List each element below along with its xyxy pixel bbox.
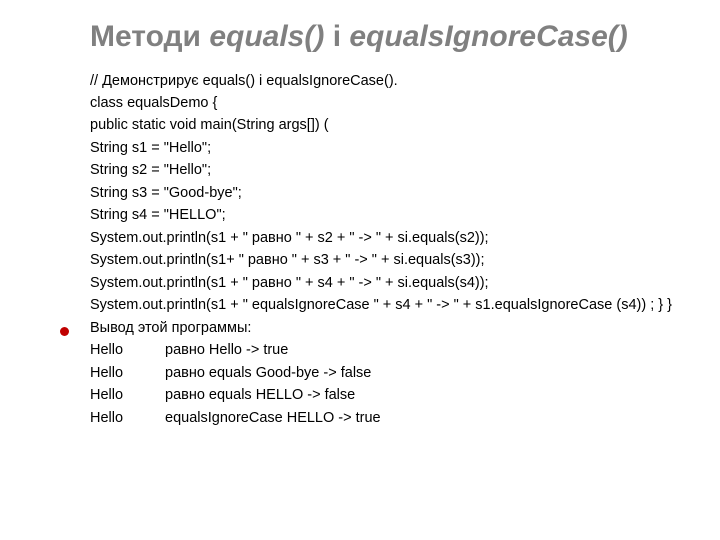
code-line: String s4 = "HELLO";	[90, 204, 690, 226]
code-block: // Демонстрирує equals() і equalsIgnoreC…	[90, 70, 690, 317]
output-col1: Hello	[90, 339, 165, 361]
title-method-2: equalsIgnoreCase()	[349, 20, 627, 53]
bullet-icon	[60, 327, 69, 336]
code-line: System.out.println(s1 + " равно " + s2 +…	[90, 227, 690, 249]
title-prefix: Методи	[90, 20, 209, 53]
output-col2: equalsIgnoreCase HELLO -> true	[165, 407, 381, 429]
code-line: public static void main(String args[]) (	[90, 114, 690, 136]
code-line: class equalsDemo {	[90, 92, 690, 114]
slide-title: Методи equals() і equalsIgnoreCase()	[90, 18, 690, 56]
code-line: // Демонстрирує equals() і equalsIgnoreC…	[90, 70, 690, 92]
output-heading: Вывод этой программы:	[90, 317, 251, 339]
output-row: Hello equalsIgnoreCase HELLO -> true	[90, 407, 690, 429]
output-heading-row: Вывод этой программы:	[60, 317, 690, 339]
code-line: String s2 = "Hello";	[90, 159, 690, 181]
code-line: System.out.println(s1 + " равно " + s4 +…	[90, 272, 690, 294]
output-row: Hello равно equals HELLO -> false	[90, 384, 690, 406]
output-col2: равно Hello -> true	[165, 339, 288, 361]
output-row: Hello равно equals Good-bye -> false	[90, 362, 690, 384]
output-block: Hello равно Hello -> true Hello равно eq…	[90, 339, 690, 429]
code-line: System.out.println(s1 + " equalsIgnoreCa…	[90, 294, 690, 316]
output-col1: Hello	[90, 362, 165, 384]
output-col2: равно equals HELLO -> false	[165, 384, 355, 406]
title-mid: і	[324, 20, 349, 53]
output-col2: равно equals Good-bye -> false	[165, 362, 371, 384]
output-col1: Hello	[90, 407, 165, 429]
output-row: Hello равно Hello -> true	[90, 339, 690, 361]
code-line: String s1 = "Hello";	[90, 137, 690, 159]
output-col1: Hello	[90, 384, 165, 406]
code-line: System.out.println(s1+ " равно " + s3 + …	[90, 249, 690, 271]
title-method-1: equals()	[209, 20, 324, 53]
code-line: String s3 = "Good-bye";	[90, 182, 690, 204]
